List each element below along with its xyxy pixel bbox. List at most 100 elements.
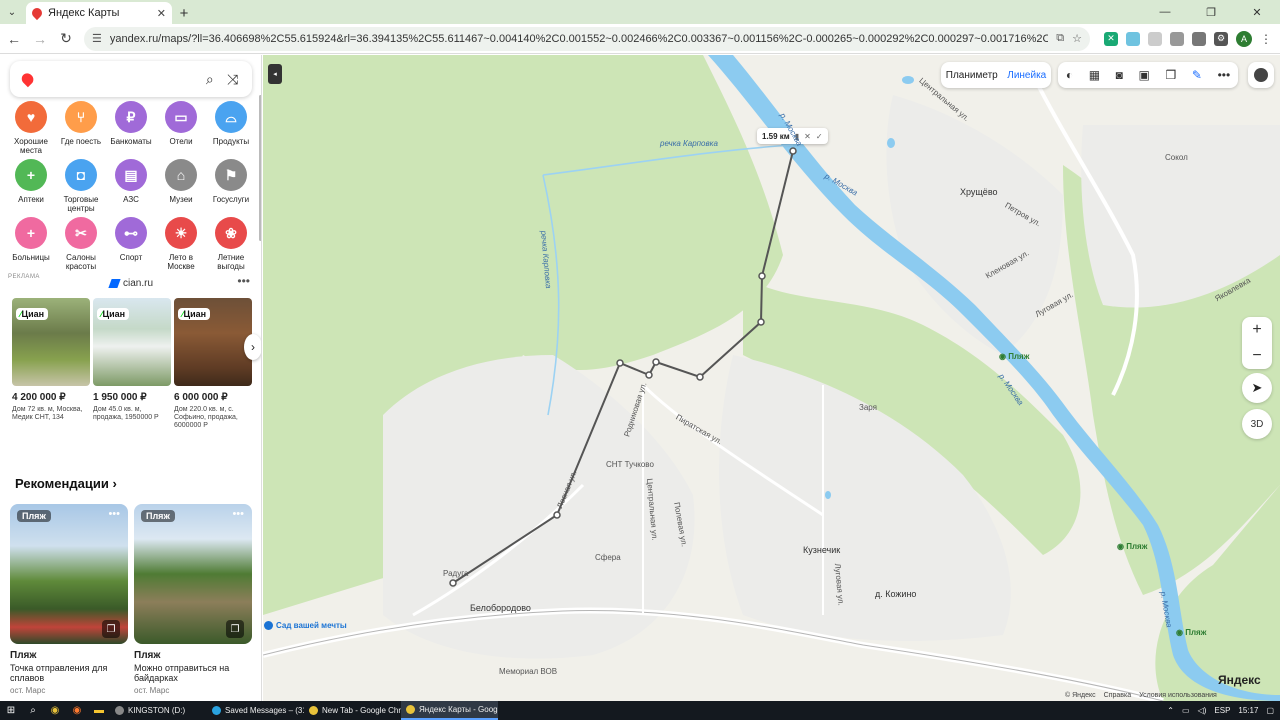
category-item[interactable]: ◘ Торговые центры — [56, 159, 106, 213]
extension-icon-1[interactable]: ✕ — [1104, 31, 1118, 46]
beach-label[interactable]: ◉ Пляж — [1117, 542, 1147, 551]
extension-icon-5[interactable] — [1192, 31, 1206, 46]
network-icon[interactable]: ▭ — [1182, 706, 1190, 715]
bookmark-icon[interactable]: ❐ — [102, 620, 120, 638]
install-app-icon[interactable]: ⧉ — [1056, 32, 1064, 45]
notifications-icon[interactable]: ▢ — [1266, 706, 1274, 715]
firefox-icon[interactable]: ◉ — [66, 701, 88, 720]
close-icon[interactable]: ✕ — [804, 132, 811, 141]
check-icon[interactable]: ✓ — [816, 132, 823, 141]
search-icon[interactable]: ⌕ — [198, 71, 221, 88]
beach-label[interactable]: ◉ Пляж — [1176, 628, 1206, 637]
recommendations-title[interactable]: Рекомендации › — [15, 476, 117, 491]
category-item[interactable]: + Больницы — [6, 217, 56, 271]
back-icon[interactable]: ← — [2, 27, 26, 51]
map-type-icon[interactable]: ❒ — [1166, 68, 1177, 82]
ruler-tool-icon[interactable]: ✎ — [1192, 68, 1202, 82]
category-item[interactable]: ₽ Банкоматы — [106, 101, 156, 155]
ad-card[interactable]: ⁄Циан 6 000 000 ₽ Дом 220.0 кв. м, с. Со… — [174, 298, 252, 430]
recommendation-card[interactable]: Пляж ••• ❐ Пляж Точка отправления для сп… — [10, 504, 128, 695]
beach-label[interactable]: ◉ Пляж — [999, 352, 1029, 361]
category-item[interactable]: ⚑ Госуслуги — [206, 159, 256, 213]
taskbar-app[interactable]: KINGSTON (D:) — [110, 701, 207, 720]
ad-site[interactable]: cian.ru — [108, 278, 154, 289]
ad-desc: Дом 220.0 кв. м, с. Софьино, продажа, 60… — [174, 406, 238, 429]
my-location-icon[interactable]: ➤ — [1242, 373, 1272, 403]
planimeter-button[interactable]: Планиметр — [946, 70, 998, 81]
transport-icon[interactable]: ▣ — [1139, 68, 1150, 82]
search-input[interactable] — [43, 72, 199, 86]
category-item[interactable]: + Аптеки — [6, 159, 56, 213]
help-link[interactable]: Справка — [1104, 692, 1131, 699]
new-tab-button[interactable]: + — [172, 2, 196, 24]
forward-icon[interactable]: → — [28, 27, 52, 51]
site-info-icon[interactable]: ☰ — [92, 32, 102, 45]
url-text[interactable]: yandex.ru/maps/?ll=36.406698%2C55.615924… — [110, 33, 1048, 45]
bookmark-icon[interactable]: ❐ — [226, 620, 244, 638]
volume-icon[interactable]: ◁) — [1198, 706, 1207, 715]
dream-garden-promo[interactable]: Сад вашей мечты — [264, 621, 347, 630]
more-tools-icon[interactable]: ••• — [1218, 68, 1231, 82]
windows-taskbar: ⊞ ⌕ ◉ ◉ ▬ KINGSTON (D:) Saved Messages –… — [0, 701, 1280, 720]
3d-button[interactable]: 3D — [1242, 409, 1272, 439]
minimize-icon[interactable]: — — [1142, 0, 1188, 24]
tray-arrow-icon[interactable]: ⌃ — [1167, 706, 1174, 715]
user-profile-button[interactable] — [1248, 62, 1274, 88]
map-canvas[interactable]: ◂ Планиметр Линейка ◐ ▦ ◙ ▣ ❒ ✎ ••• + − … — [263, 55, 1280, 701]
ad-card[interactable]: ⁄Циан 1 950 000 ₽ Дом 45.0 кв. м, продаж… — [93, 298, 171, 430]
route-icon[interactable]: ⤨ — [221, 71, 244, 88]
profile-avatar[interactable]: A — [1236, 30, 1252, 47]
camera-icon[interactable]: ◙ — [1116, 68, 1123, 82]
more-options-icon[interactable]: ••• — [237, 274, 250, 288]
more-options-icon[interactable]: ••• — [232, 508, 244, 520]
taskbar-app[interactable]: Saved Messages – (31... — [207, 701, 304, 720]
panel-scrollbar[interactable] — [259, 95, 261, 241]
yandex-maps-logo-icon — [19, 70, 36, 88]
bag-icon: ◘ — [65, 159, 97, 191]
category-item[interactable]: ☀ Лето в Москве — [156, 217, 206, 271]
tab-close-icon[interactable]: ✕ — [157, 7, 166, 20]
language-indicator[interactable]: ESP — [1214, 706, 1230, 715]
reload-icon[interactable]: ↻ — [54, 27, 78, 51]
ad-card[interactable]: ⁄Циан 4 200 000 ₽ Дом 72 кв. м, Москва, … — [12, 298, 90, 430]
extension-icon-3[interactable] — [1148, 31, 1162, 46]
category-item[interactable]: ⑂ Где поесть — [56, 101, 106, 155]
collapse-panel-icon[interactable]: ◂ — [268, 64, 282, 84]
maximize-icon[interactable]: ❐ — [1188, 0, 1234, 24]
taskbar-app-active[interactable]: Яндекс Карты - Goog... — [401, 701, 498, 720]
category-item[interactable]: ♥ Хорошие места — [6, 101, 56, 155]
terms-link[interactable]: Условия использования — [1139, 692, 1217, 699]
category-item[interactable]: ▭ Отели — [156, 101, 206, 155]
ad-next-arrow-icon[interactable]: › — [244, 334, 261, 360]
taskbar-app[interactable]: New Tab - Google Chr... — [304, 701, 401, 720]
extension-icon-2[interactable] — [1126, 31, 1140, 46]
address-bar[interactable]: ☰ yandex.ru/maps/?ll=36.406698%2C55.6159… — [84, 26, 1090, 51]
browser-tab-active[interactable]: Яндекс Карты ✕ — [26, 2, 172, 24]
zoom-out-button[interactable]: − — [1252, 347, 1261, 365]
category-item[interactable]: ⌓ Продукты — [206, 101, 256, 155]
category-item[interactable]: ⌂ Музеи — [156, 159, 206, 213]
category-item[interactable]: ✂ Салоны красоты — [56, 217, 106, 271]
zoom-in-button[interactable]: + — [1252, 321, 1261, 339]
category-item[interactable]: ⊷ Спорт — [106, 217, 156, 271]
category-item[interactable]: ❀ Летние выгоды — [206, 217, 256, 271]
ruler-button[interactable]: Линейка — [1007, 70, 1046, 81]
extension-icon-4[interactable] — [1170, 31, 1184, 46]
close-window-icon[interactable]: ✕ — [1234, 0, 1280, 24]
tab-title: Яндекс Карты — [48, 7, 120, 19]
extensions-puzzle-icon[interactable]: ⚙ — [1214, 31, 1228, 46]
browser-menu-icon[interactable]: ⋮ — [1260, 32, 1272, 46]
bookmark-star-icon[interactable]: ☆ — [1072, 32, 1082, 45]
file-explorer-icon[interactable]: ▬ — [88, 701, 110, 720]
recommendation-card[interactable]: Пляж ••• ❐ Пляж Можно отправиться на бай… — [134, 504, 252, 695]
chrome-icon[interactable]: ◉ — [44, 701, 66, 720]
clock[interactable]: 15:17 — [1238, 706, 1258, 715]
category-item[interactable]: ▤ АЗС — [106, 159, 156, 213]
tab-search-icon[interactable]: ⌄ — [0, 0, 24, 24]
search-icon[interactable]: ⌕ — [22, 701, 44, 720]
windows-start-icon[interactable]: ⊞ — [0, 701, 22, 720]
layers-icon[interactable]: ◐ — [1066, 68, 1073, 82]
panorama-icon[interactable]: ▦ — [1089, 68, 1100, 82]
ad-site-label: cian.ru — [123, 278, 154, 289]
more-options-icon[interactable]: ••• — [108, 508, 120, 520]
